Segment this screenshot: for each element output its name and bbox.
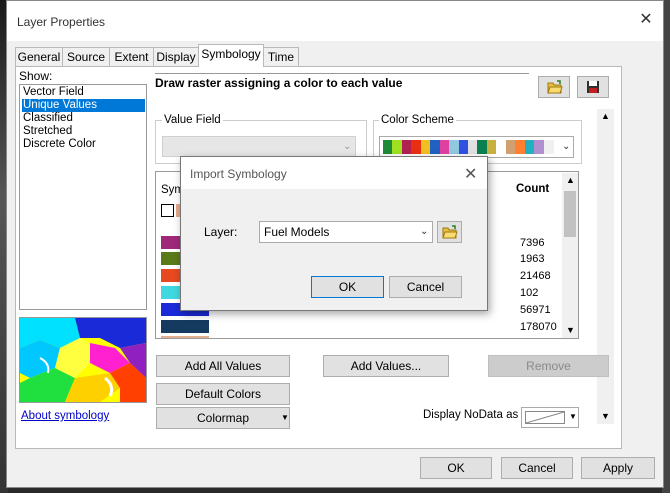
tab-time[interactable]: Time: [263, 47, 299, 66]
headline-divider: [155, 73, 529, 74]
scroll-down-icon: ▼: [601, 411, 610, 421]
title-bar: Layer Properties ✕: [7, 1, 663, 41]
colormap-label: Colormap: [196, 411, 250, 425]
show-label: Show:: [19, 69, 53, 83]
table-scrollbar[interactable]: ▲ ▼: [562, 173, 578, 338]
dialog-close-icon[interactable]: ✕: [464, 164, 477, 184]
value-field-dropdown[interactable]: ⌄: [162, 136, 356, 157]
window-title: Layer Properties: [17, 15, 106, 29]
preview-map-graphic: [20, 318, 146, 402]
about-symbology-link[interactable]: About symbology: [21, 410, 109, 422]
chevron-down-icon: ⌄: [562, 141, 571, 152]
renderer-list: Vector Field Unique Values Classified St…: [19, 84, 147, 310]
symbol-swatch[interactable]: [161, 336, 209, 338]
list-item-discrete-color[interactable]: Discrete Color: [22, 138, 96, 151]
list-item-stretched[interactable]: Stretched: [22, 125, 72, 138]
add-values-button[interactable]: Add Values...: [323, 355, 449, 377]
list-item-classified[interactable]: Classified: [22, 112, 73, 125]
save-layer-file-button[interactable]: [577, 76, 609, 98]
list-item-unique-values[interactable]: Unique Values: [22, 99, 145, 112]
cancel-button[interactable]: Cancel: [501, 457, 573, 479]
count-cell: 102: [520, 287, 539, 299]
tab-general[interactable]: General: [15, 47, 63, 66]
open-folder-icon: [442, 225, 458, 239]
scroll-down-icon: ▼: [566, 325, 575, 335]
remove-button[interactable]: Remove: [488, 355, 609, 377]
count-cell: 7396: [520, 237, 545, 249]
dialog-title: Import Symbology: [190, 167, 287, 181]
scroll-up-icon: ▲: [601, 111, 610, 121]
scroll-up-icon: ▲: [566, 175, 575, 185]
open-folder-icon: [547, 80, 563, 94]
apply-button[interactable]: Apply: [581, 457, 655, 479]
value-cell: 102: [211, 337, 229, 338]
layer-dropdown[interactable]: Fuel Models ⌄: [259, 221, 433, 243]
count-cell: 1963: [520, 253, 545, 265]
import-symbology-dialog: Import Symbology ✕ Layer: Fuel Models ⌄ …: [180, 156, 488, 311]
label-cell: 102: [368, 337, 386, 338]
list-item-vector-field[interactable]: Vector Field: [22, 86, 84, 99]
count-cell: 21468: [520, 270, 551, 282]
open-layer-file-button[interactable]: [538, 76, 570, 98]
symbology-preview-image: [19, 317, 147, 403]
color-scheme-dropdown[interactable]: ⌄: [379, 136, 574, 158]
dropdown-arrow-icon: ▼: [281, 413, 289, 422]
layer-dropdown-value: Fuel Models: [264, 225, 330, 239]
dialog-ok-button[interactable]: OK: [311, 276, 384, 298]
ok-button[interactable]: OK: [420, 457, 492, 479]
add-all-values-button[interactable]: Add All Values: [156, 355, 290, 377]
color-scheme-label: Color Scheme: [379, 114, 456, 126]
tab-extent[interactable]: Extent: [109, 47, 154, 66]
value-field-label: Value Field: [162, 114, 223, 126]
tab-source[interactable]: Source: [62, 47, 110, 66]
color-ramp-preview: [383, 140, 554, 154]
layer-label: Layer:: [204, 225, 238, 239]
no-color-swatch-icon: [525, 411, 565, 424]
close-icon[interactable]: ✕: [639, 12, 653, 28]
chevron-down-icon: ⌄: [420, 226, 429, 237]
default-colors-button[interactable]: Default Colors: [156, 383, 290, 405]
browse-layer-button[interactable]: [437, 221, 462, 243]
dialog-cancel-button[interactable]: Cancel: [389, 276, 462, 298]
nodata-color-picker[interactable]: ▼: [521, 407, 579, 428]
scroll-thumb[interactable]: [564, 191, 576, 237]
dialog-title-bar: Import Symbology ✕: [181, 157, 487, 189]
dropdown-arrow-icon: ▼: [569, 412, 577, 421]
save-disk-icon: [587, 81, 599, 93]
count-cell: 41048: [520, 337, 551, 338]
count-cell: 178070: [520, 321, 557, 333]
count-cell: 56971: [520, 304, 551, 316]
colormap-button[interactable]: Colormap ▼: [156, 407, 290, 429]
symbol-swatch[interactable]: [161, 204, 174, 217]
symbol-swatch[interactable]: [161, 320, 209, 333]
dialog-footer: OK Cancel Apply: [7, 449, 663, 487]
color-ramp-swatch: [543, 140, 554, 154]
tab-display[interactable]: Display: [153, 47, 199, 66]
chevron-down-icon: ⌄: [343, 141, 352, 152]
nodata-label: Display NoData as: [423, 409, 519, 421]
column-header-count[interactable]: Count: [516, 183, 549, 195]
renderer-description: Draw raster assigning a color to each va…: [155, 76, 403, 90]
tab-symbology[interactable]: Symbology: [198, 44, 264, 67]
